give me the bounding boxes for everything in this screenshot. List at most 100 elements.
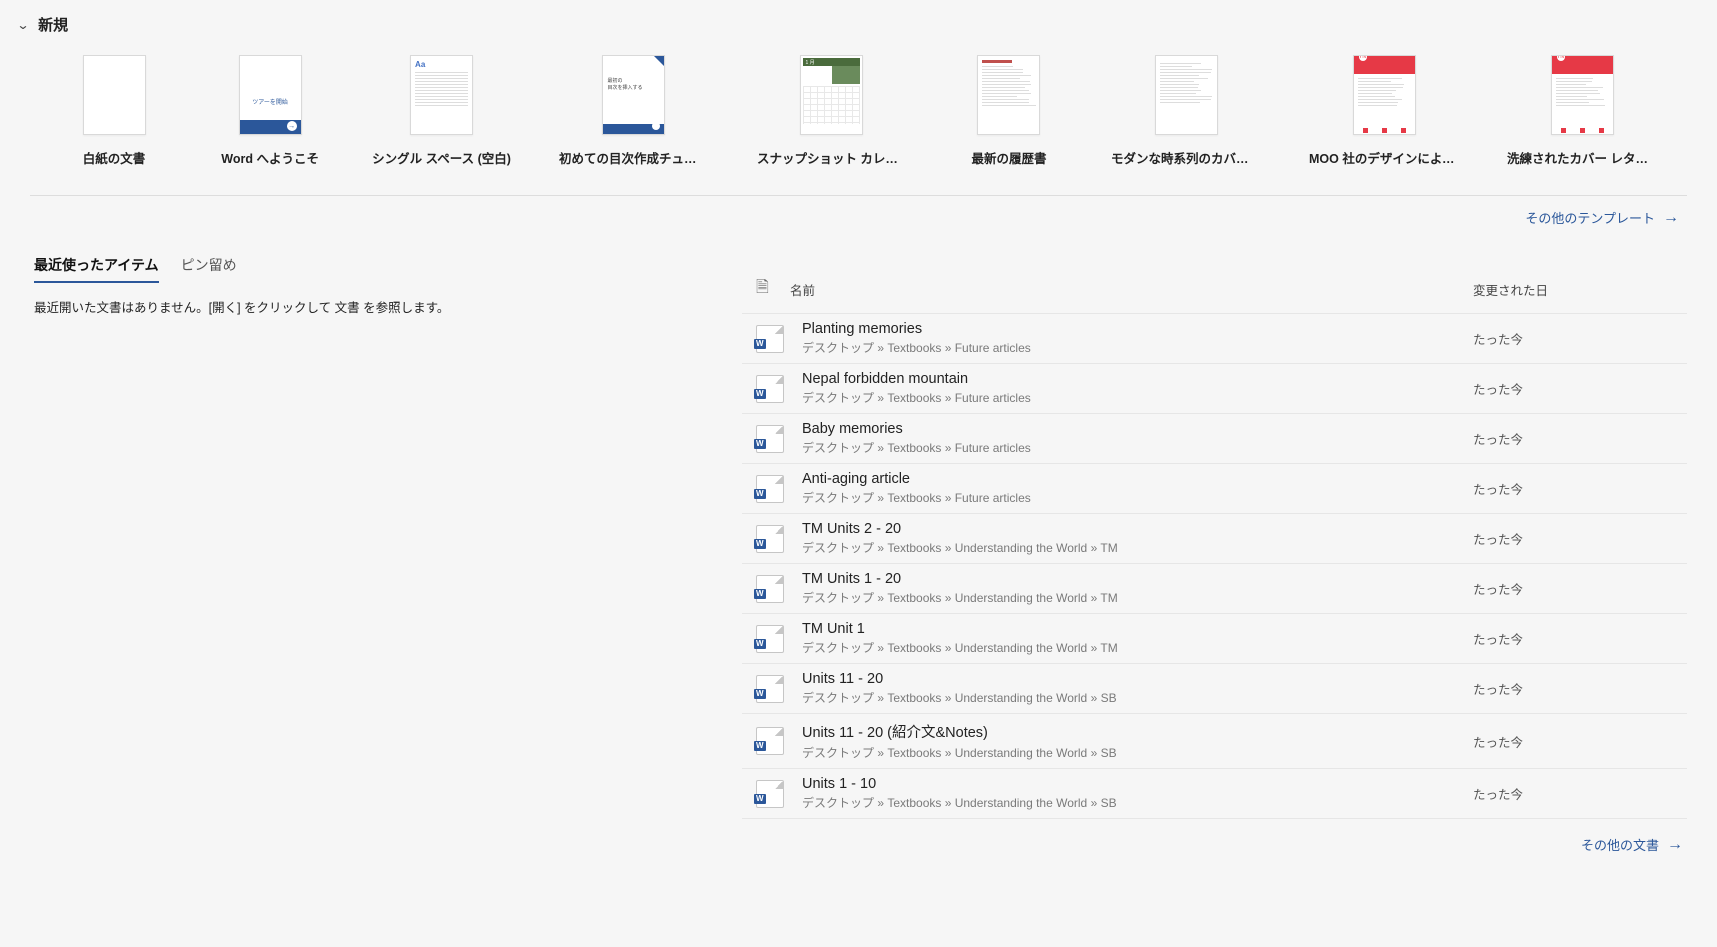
file-table-header: 🗎 名前 変更された日 xyxy=(742,266,1687,313)
file-info: Units 11 - 20 デスクトップ » Textbooks » Unders… xyxy=(802,671,1473,706)
file-panel: 🗎 名前 変更された日 W Planting memories デスクトップ » T… xyxy=(742,266,1687,854)
word-document-icon: W xyxy=(756,625,784,653)
file-row[interactable]: W Anti-aging article デスクトップ » Textbooks » … xyxy=(742,463,1687,513)
template-label: MOO 社のデザインによる洗… xyxy=(1309,148,1459,167)
word-document-icon: W xyxy=(756,727,784,755)
word-document-icon: W xyxy=(756,575,784,603)
template-card[interactable]: Aa シングル スペース (空白) xyxy=(372,55,511,167)
word-document-icon: W xyxy=(756,425,784,453)
template-label: シングル スペース (空白) xyxy=(372,148,511,167)
file-name: TM Units 2 - 20 xyxy=(802,521,1473,537)
template-label: 最新の履歴書 xyxy=(955,148,1063,167)
template-thumbnail: YN xyxy=(1551,55,1614,135)
file-path: デスクトップ » Textbooks » Understanding the W… xyxy=(802,589,1473,606)
file-row[interactable]: W Units 11 - 20 (紹介文&Notes) デスクトップ » Textb… xyxy=(742,713,1687,768)
file-modified-date: たった今 xyxy=(1473,479,1673,498)
template-card[interactable]: 最新の履歴書 xyxy=(955,55,1063,167)
file-row[interactable]: W Baby memories デスクトップ » Textbooks » Futur… xyxy=(742,413,1687,463)
file-info: Units 11 - 20 (紹介文&Notes) デスクトップ » Textbo… xyxy=(802,721,1473,761)
file-path: デスクトップ » Textbooks » Understanding the W… xyxy=(802,539,1473,556)
file-row[interactable]: W Nepal forbidden mountainデスクトップ » Textbo… xyxy=(742,363,1687,413)
file-modified-date: たった今 xyxy=(1473,784,1673,803)
file-name: Baby memories xyxy=(802,421,1473,437)
template-thumbnail xyxy=(977,55,1040,135)
template-card[interactable]: モダンな時系列のカバー レター xyxy=(1111,55,1261,167)
file-path: デスクトップ » Textbooks » Future articles xyxy=(802,339,1473,356)
template-thumbnail: ツアーを開始→ xyxy=(239,55,302,135)
more-documents-label: その他の文書 xyxy=(1581,835,1659,854)
file-name: Units 1 - 10 xyxy=(802,776,1473,792)
file-info: Anti-aging article デスクトップ » Textbooks » F… xyxy=(802,471,1473,506)
word-document-icon: W xyxy=(756,375,784,403)
template-label: Word へようこそ xyxy=(216,148,324,167)
file-name: TM Unit 1 xyxy=(802,621,1473,637)
file-path: デスクトップ » Textbooks » Understanding the W… xyxy=(802,794,1473,811)
more-templates-label: その他のテンプレート xyxy=(1525,208,1655,227)
template-label: 白紙の文書 xyxy=(60,148,168,167)
word-document-icon: W xyxy=(756,675,784,703)
file-row[interactable]: W Planting memories デスクトップ » Textbooks » F… xyxy=(742,313,1687,363)
file-info: Nepal forbidden mountainデスクトップ » Textboo… xyxy=(802,371,1473,406)
file-path: デスクトップ » Textbooks » Future articles xyxy=(802,439,1473,456)
template-card[interactable]: 1 月スナップショット カレンダー xyxy=(757,55,907,167)
word-document-icon: W xyxy=(756,525,784,553)
file-info: Baby memories デスクトップ » Textbooks » Future… xyxy=(802,421,1473,456)
file-name: Units 11 - 20 (紹介文&Notes) xyxy=(802,721,1473,742)
file-info: TM Units 1 - 20 デスクトップ » Textbooks » Unde… xyxy=(802,571,1473,606)
template-thumbnail xyxy=(83,55,146,135)
file-row[interactable]: W TM Units 1 - 20 デスクトップ » Textbooks » Und… xyxy=(742,563,1687,613)
file-name: Units 11 - 20 xyxy=(802,671,1473,687)
document-icon: 🗎 xyxy=(756,276,769,303)
file-info: Planting memories デスクトップ » Textbooks » Fu… xyxy=(802,321,1473,356)
section-header[interactable]: ⌄ 新規 xyxy=(0,0,1717,45)
file-modified-date: たった今 xyxy=(1473,629,1673,648)
arrow-right-icon: → xyxy=(1667,836,1683,854)
file-modified-date: たった今 xyxy=(1473,679,1673,698)
template-thumbnail: Aa xyxy=(410,55,473,135)
file-path: デスクトップ » Textbooks » Understanding the W… xyxy=(802,744,1473,761)
file-modified-date: たった今 xyxy=(1473,732,1673,751)
file-path: デスクトップ » Textbooks » Understanding the W… xyxy=(802,689,1473,706)
file-path: デスクトップ » Textbooks » Future articles xyxy=(802,389,1473,406)
column-header-modified[interactable]: 変更された日 xyxy=(1473,280,1673,299)
template-gallery: 白紙の文書 ツアーを開始→ Word へようこそ Aa シングル スペース (空白) 最初… xyxy=(30,45,1687,196)
file-row[interactable]: W Units 11 - 20 デスクトップ » Textbooks » Under… xyxy=(742,663,1687,713)
word-document-icon: W xyxy=(756,325,784,353)
template-thumbnail: 1 月 xyxy=(800,55,863,135)
file-modified-date: たった今 xyxy=(1473,579,1673,598)
file-modified-date: たった今 xyxy=(1473,379,1673,398)
word-document-icon: W xyxy=(756,780,784,808)
file-path: デスクトップ » Textbooks » Future articles xyxy=(802,489,1473,506)
arrow-right-icon: → xyxy=(1663,209,1679,227)
template-card[interactable]: 白紙の文書 xyxy=(60,55,168,167)
file-info: TM Unit 1 デスクトップ » Textbooks » Understand… xyxy=(802,621,1473,656)
file-path: デスクトップ » Textbooks » Understanding the W… xyxy=(802,639,1473,656)
template-label: モダンな時系列のカバー レター xyxy=(1111,148,1261,167)
file-info: TM Units 2 - 20 デスクトップ » Textbooks » Unde… xyxy=(802,521,1473,556)
file-list: W Planting memories デスクトップ » Textbooks » F… xyxy=(742,313,1687,818)
column-header-name[interactable]: 名前 xyxy=(790,280,1473,299)
tab-pinned[interactable]: ピン留め xyxy=(181,249,237,283)
more-templates-link[interactable]: その他のテンプレート → xyxy=(1525,208,1679,227)
file-name: Planting memories xyxy=(802,321,1473,337)
word-document-icon: W xyxy=(756,475,784,503)
file-row[interactable]: W TM Units 2 - 20 デスクトップ » Textbooks » Und… xyxy=(742,513,1687,563)
file-name: Anti-aging article xyxy=(802,471,1473,487)
file-modified-date: たった今 xyxy=(1473,429,1673,448)
template-thumbnail xyxy=(1155,55,1218,135)
template-card[interactable]: ツアーを開始→ Word へようこそ xyxy=(216,55,324,167)
tab-recent[interactable]: 最近使ったアイテム xyxy=(34,249,159,283)
template-card[interactable]: YN MOO 社のデザインによる洗… xyxy=(1309,55,1459,167)
section-title: 新規 xyxy=(38,14,68,35)
file-row[interactable]: W Units 1 - 10 デスクトップ » Textbooks » Unders… xyxy=(742,768,1687,818)
template-card[interactable]: YN洗練されたカバー レター (デザ… xyxy=(1507,55,1657,167)
file-name: TM Units 1 - 20 xyxy=(802,571,1473,587)
file-modified-date: たった今 xyxy=(1473,529,1673,548)
template-thumbnail: YN xyxy=(1353,55,1416,135)
template-label: 初めての目次作成チュートリアル xyxy=(559,148,709,167)
chevron-down-icon: ⌄ xyxy=(16,18,29,32)
template-label: スナップショット カレンダー xyxy=(757,148,907,167)
file-row[interactable]: W TM Unit 1 デスクトップ » Textbooks » Understan… xyxy=(742,613,1687,663)
template-card[interactable]: 最初の目次を挿入する初めての目次作成チュートリアル xyxy=(559,55,709,167)
more-documents-link[interactable]: その他の文書 → xyxy=(1581,835,1683,854)
